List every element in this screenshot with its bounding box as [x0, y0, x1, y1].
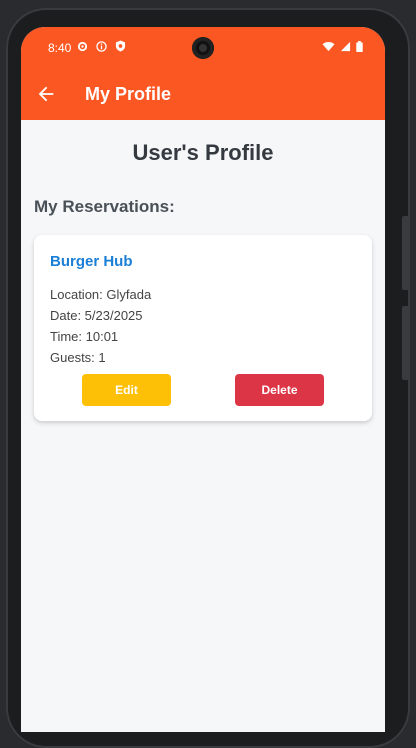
- restaurant-name: Burger Hub: [50, 253, 133, 270]
- status-bar: 8:40: [21, 27, 385, 69]
- wifi-icon: [322, 42, 335, 52]
- app-bar-title: My Profile: [85, 84, 172, 104]
- shield-icon: [115, 40, 126, 52]
- reservation-location: Location: Glyfada: [50, 287, 152, 302]
- gear-icon: [77, 41, 88, 51]
- status-icons-left: [77, 40, 126, 52]
- app-bar: My Profile: [21, 69, 385, 120]
- reservation-time: Time: 10:01: [50, 329, 119, 344]
- battery-icon: [356, 41, 363, 52]
- status-icons-right: [322, 41, 363, 52]
- delete-button[interactable]: Delete: [235, 374, 324, 406]
- side-button: [402, 216, 410, 290]
- signal-icon: [340, 41, 351, 52]
- edit-button[interactable]: Edit: [82, 374, 171, 406]
- status-time: 8:40: [48, 41, 72, 55]
- page-title: User's Profile: [132, 140, 274, 165]
- arrow-left-icon[interactable]: [35, 83, 57, 105]
- app-screen: 8:40 My Profile User's Profile My Reserv…: [21, 27, 385, 732]
- camera-cutout: [192, 37, 214, 59]
- section-title: My Reservations:: [34, 197, 175, 216]
- reservation-guests: Guests: 1: [50, 350, 106, 365]
- reservation-date: Date: 5/23/2025: [50, 308, 143, 323]
- info-icon: [96, 40, 107, 52]
- side-button: [402, 306, 410, 380]
- reservation-card: Burger Hub Location: Glyfada Date: 5/23/…: [34, 235, 372, 421]
